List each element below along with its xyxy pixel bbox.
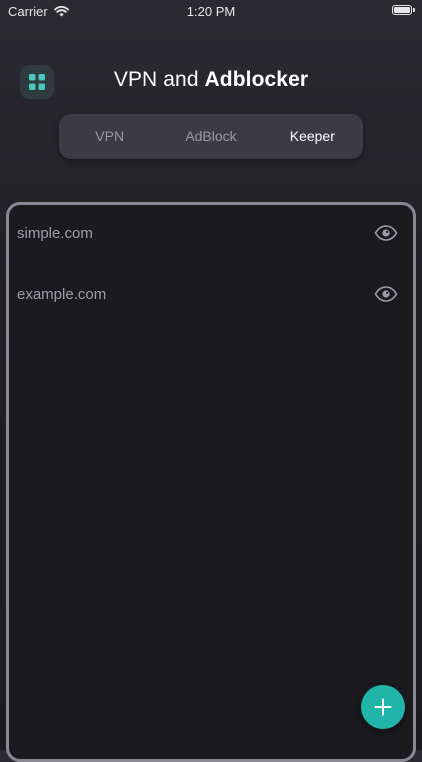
tab-vpn[interactable]: VPN [59, 114, 160, 159]
tab-keeper[interactable]: Keeper [262, 114, 363, 159]
add-button[interactable] [361, 685, 405, 729]
list-item-label: simple.com [17, 224, 93, 242]
title-regular: VPN and [113, 68, 199, 91]
status-time: 1:20 PM [186, 4, 236, 19]
list-item-label: example.com [17, 285, 107, 303]
list-item[interactable]: simple.com [9, 205, 413, 261]
battery-icon [392, 5, 415, 15]
eye-icon[interactable] [373, 224, 399, 242]
page-title: VPN and Adblocker [0, 68, 422, 92]
list-item[interactable]: example.com [9, 266, 413, 322]
mode-segmented-control: VPN AdBlock Keeper [59, 114, 363, 159]
title-bold: Adblocker [204, 68, 309, 91]
eye-icon[interactable] [373, 285, 399, 303]
keeper-list-panel: simple.com example.com [6, 202, 416, 762]
tab-adblock[interactable]: AdBlock [160, 114, 261, 159]
status-bar: Carrier 1:20 PM [0, 0, 422, 24]
plus-icon [374, 698, 392, 716]
